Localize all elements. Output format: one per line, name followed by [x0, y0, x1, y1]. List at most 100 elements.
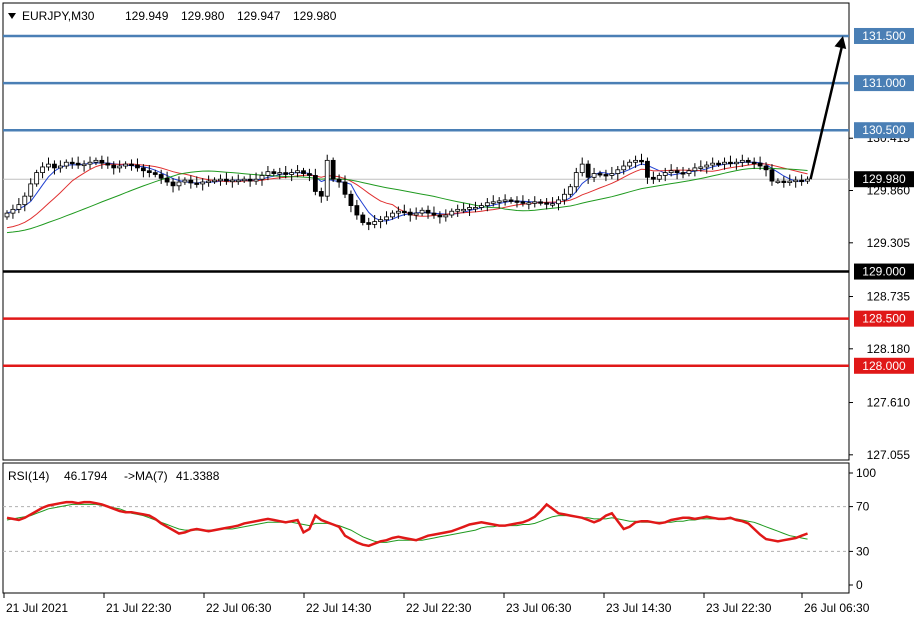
candle-body-down [312, 175, 318, 192]
time-tick-label-6: 23 Jul 14:30 [606, 601, 672, 615]
candle-body-up [218, 178, 223, 182]
candle-body-up [81, 163, 87, 167]
candle-body-down [301, 170, 306, 174]
candle-body-up [739, 159, 745, 163]
candle-body-up [123, 163, 128, 167]
candle-body-down [271, 171, 277, 174]
candle [324, 154, 330, 201]
candle-body-up [733, 161, 739, 165]
candle-body-up [413, 212, 419, 216]
candle-body-down [224, 178, 229, 182]
candle-body-up [461, 208, 467, 212]
candle-body-down [769, 169, 775, 182]
candle-body-up [295, 170, 300, 174]
candle-body-down [639, 159, 644, 163]
candle-body-down [348, 193, 354, 206]
price-tick-label-5: 127.610 [867, 396, 911, 410]
time-tick-label-7: 23 Jul 22:30 [706, 601, 772, 615]
candle-body-down [799, 179, 805, 183]
ohlc-high: 129.980 [181, 9, 225, 23]
candle-body-up [212, 179, 217, 183]
candle-body-down [401, 210, 407, 214]
candle-body-up [63, 161, 69, 167]
price-tick-label-6: 127.055 [867, 448, 911, 462]
ohlc-open: 129.949 [125, 9, 169, 23]
price-tick-label-4: 128.180 [867, 342, 911, 356]
rsi-ma-label: ->MA(7) [124, 469, 168, 483]
candle-body-down [330, 159, 336, 180]
candle-body-up [710, 162, 716, 166]
level-tag-text-0: 131.500 [862, 29, 906, 43]
time-tick-label-1: 21 Jul 22:30 [106, 601, 172, 615]
candle-body-up [235, 179, 241, 183]
level-tag-text-5: 128.000 [862, 359, 906, 373]
rsi-tick-label-1: 70 [856, 500, 870, 514]
candle-body-up [793, 179, 799, 183]
candle-body-up [449, 210, 455, 216]
candle-body-down [360, 214, 366, 223]
candle-body-up [550, 203, 555, 206]
level-tag-text-2: 130.500 [862, 123, 906, 137]
price-tick-label-2: 129.305 [867, 236, 911, 250]
candle-body-down [170, 181, 176, 187]
time-tick-label-2: 22 Jul 06:30 [206, 601, 272, 615]
candle-body-up [656, 175, 662, 180]
level-tag-text-3: 129.000 [862, 265, 906, 279]
candle-body-down [425, 209, 431, 214]
rsi-value: 46.1794 [64, 469, 108, 483]
symbol-label: EURJPY,M30 [22, 9, 95, 23]
candle-body-down [520, 201, 526, 204]
candle-body-down [674, 170, 680, 174]
candle-body-down [431, 212, 437, 216]
candle-body-down [716, 162, 721, 166]
candle-body-up [562, 193, 567, 201]
level-tag-text-1: 131.000 [862, 76, 906, 90]
candle-body-down [538, 201, 544, 204]
candle-body-up [117, 165, 123, 169]
candle-body-down [728, 161, 733, 165]
time-tick-label-0: 21 Jul 2021 [6, 601, 68, 615]
candle-body-down [508, 199, 514, 202]
candle-body-up [443, 214, 449, 218]
candle-body-up [526, 202, 532, 205]
candle-body-up [532, 201, 538, 204]
rsi-label: RSI(14) [8, 469, 49, 483]
candle-body-down [745, 159, 751, 163]
candle-body-up [289, 172, 295, 175]
candle-body-up [395, 210, 401, 214]
candle-body-down [354, 205, 360, 216]
time-tick-label-4: 22 Jul 22:30 [406, 601, 472, 615]
level-tag-text-4: 128.500 [862, 312, 906, 326]
candle-body-up [34, 172, 40, 185]
candle-body-up [265, 171, 271, 176]
candle-body-up [455, 208, 461, 212]
candle-body-up [419, 209, 425, 214]
rsi-tick-label-2: 30 [856, 544, 870, 558]
candle-body-up [478, 205, 484, 208]
candle-body-up [46, 163, 51, 168]
candle-body-down [111, 164, 117, 169]
candle-body-down [603, 174, 609, 177]
candle-body-down [75, 162, 81, 166]
candle-body-up [490, 201, 496, 204]
candle-body-up [579, 163, 585, 174]
rsi-tick-label-0: 100 [856, 466, 876, 480]
candle-body-down [437, 214, 443, 218]
candle-body-up [473, 207, 478, 210]
candle-body-down [336, 178, 342, 183]
candle-body-down [140, 167, 146, 172]
candle-body-up [722, 161, 727, 165]
candle-body-down [158, 174, 164, 179]
candle-body-up [692, 167, 698, 172]
candle-body-up [496, 200, 502, 203]
candle-body-up [40, 166, 45, 174]
candle-body-up [229, 179, 235, 183]
time-axis: 21 Jul 2021 21 Jul 22:30 22 Jul 06:30 22 Ju… [3, 593, 870, 615]
chart-canvas: 130.415129.860129.305128.735128.180127.6… [2, 2, 914, 615]
ohlc-low: 129.947 [237, 9, 281, 23]
candle-body-down [514, 200, 520, 203]
candle-body-down [680, 172, 686, 175]
rsi-axis: 100 70 30 0 [849, 466, 876, 592]
candle-body-down [757, 162, 763, 167]
main-chart-frame [2, 2, 850, 461]
